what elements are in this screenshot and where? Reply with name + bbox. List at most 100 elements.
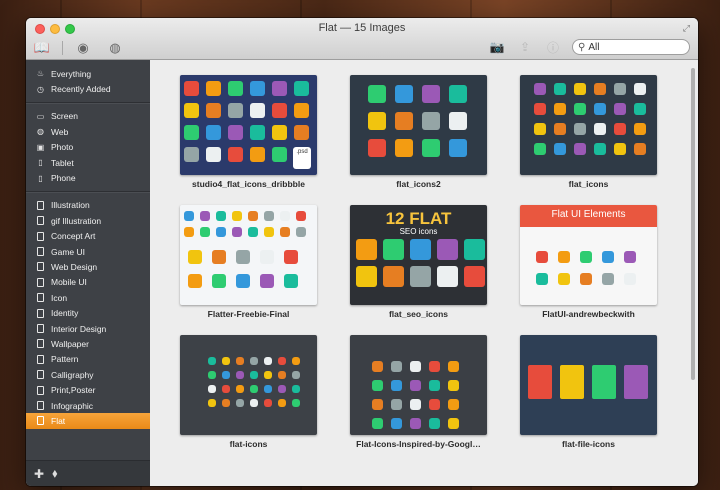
mini-icon (294, 125, 309, 140)
mini-icon (594, 123, 606, 135)
image-tile[interactable]: flat-icons (180, 335, 317, 449)
mini-icon (264, 385, 272, 393)
mini-icon (558, 273, 570, 285)
sidebar-item-gif-illustration[interactable]: gif Illustration (26, 213, 150, 228)
image-tile[interactable]: flat_icons2 (350, 75, 487, 189)
sidebar-item-tablet[interactable]: ▯ Tablet (26, 155, 150, 170)
document-shape (37, 277, 44, 287)
document-shape (37, 401, 44, 410)
mini-icon (368, 139, 386, 157)
mini-icon (292, 399, 300, 407)
sidebar-item-icon[interactable]: Icon (26, 290, 150, 305)
globe-icon[interactable]: ◍ (103, 39, 127, 57)
document-icon (36, 277, 45, 287)
image-tile[interactable]: .psd studio4_flat_icons_dribbble (180, 75, 317, 189)
mini-icon (248, 211, 258, 221)
sidebar-item-screen[interactable]: ▭ Screen (26, 109, 150, 124)
image-tile[interactable]: 12 FLAT SEO icons flat_seo_icons (350, 205, 487, 319)
search-field[interactable]: ⚲ All (572, 39, 690, 55)
sidebar-footer: ✚ ⬧ (26, 460, 150, 486)
mini-icon (236, 250, 250, 264)
image-thumbnail[interactable]: Flat UI Elements (520, 205, 657, 305)
sidebar-item-print-poster[interactable]: Print,Poster (26, 382, 150, 397)
sidebar-item-everything[interactable]: ♨ Everything (26, 66, 150, 81)
add-icon[interactable]: ✚ (34, 467, 44, 481)
image-thumbnail[interactable] (350, 335, 487, 435)
image-thumbnail[interactable] (520, 335, 657, 435)
tag-icon[interactable]: ⬧ (52, 466, 57, 481)
sidebar-item-label: Flat (51, 415, 66, 426)
image-thumbnail[interactable] (180, 205, 317, 305)
image-caption: flat-icons (229, 439, 268, 449)
mini-icon (580, 273, 592, 285)
window-title: Flat — 15 Images (318, 22, 406, 34)
sidebar-item-pattern[interactable]: Pattern (26, 352, 150, 367)
mini-icon (278, 385, 286, 393)
mini-icon (422, 139, 440, 157)
sidebar-item-flat[interactable]: Flat (26, 413, 150, 429)
image-thumbnail[interactable] (520, 75, 657, 175)
book-icon[interactable]: 📖 (30, 39, 54, 57)
sidebar-item-web[interactable]: ◍ Web (26, 124, 150, 139)
sidebar-item-calligraphy[interactable]: Calligraphy (26, 367, 150, 382)
mini-icon (422, 112, 440, 130)
mini-icon (437, 266, 458, 287)
sidebar-item-mobile-ui[interactable]: Mobile UI (26, 275, 150, 290)
image-tile[interactable]: Flat UI Elements FlatUI-andrewbeckwith (520, 205, 657, 319)
sidebar-item-photo[interactable]: ▣ Photo (26, 140, 150, 155)
image-thumbnail[interactable]: 12 FLAT SEO icons (350, 205, 487, 305)
mini-icon (558, 251, 570, 263)
search-scope[interactable]: All (588, 42, 599, 53)
scrollbar[interactable] (691, 68, 695, 380)
mini-icon (464, 239, 485, 260)
mini-icon (429, 361, 440, 372)
mini-icon (184, 81, 199, 96)
image-caption: Flat-Icons-Inspired-by-Googl… (356, 439, 481, 449)
sidebar-item-label: Web (51, 126, 69, 137)
camera-icon[interactable]: 📷 (488, 39, 506, 55)
sidebar-item-game-ui[interactable]: Game UI (26, 244, 150, 259)
document-shape (37, 293, 44, 303)
sidebar-item-interior-design[interactable]: Interior Design (26, 321, 150, 336)
mini-icon (250, 399, 258, 407)
mini-icon (206, 147, 221, 162)
sidebar-group: ▭ Screen ◍ Web ▣ Photo ▯ Tablet ▯ Phone (26, 103, 150, 192)
mini-icon (429, 380, 440, 391)
sidebar-item-label: Screen (51, 111, 78, 122)
image-thumbnail[interactable] (180, 335, 317, 435)
sidebar-item-concept-art[interactable]: Concept Art (26, 229, 150, 244)
document-shape (37, 262, 44, 272)
mini-icon (554, 83, 566, 95)
image-tile[interactable]: flat_icons (520, 75, 657, 189)
sidebar-item-illustration[interactable]: Illustration (26, 198, 150, 213)
sidebar-item-identity[interactable]: Identity (26, 305, 150, 320)
image-thumbnail[interactable]: .psd (180, 75, 317, 175)
mini-icon (264, 371, 272, 379)
sidebar-item-phone[interactable]: ▯ Phone (26, 170, 150, 185)
document-icon (36, 200, 45, 210)
mini-icon (624, 273, 636, 285)
thumbnail-headline: Flat UI Elements (520, 205, 657, 227)
mini-icon (574, 143, 586, 155)
sidebar-item-infographic[interactable]: Infographic (26, 398, 150, 413)
image-thumbnail[interactable] (350, 75, 487, 175)
mini-icon (554, 143, 566, 155)
image-tile[interactable]: Flatter-Freebie-Final (180, 205, 317, 319)
mini-icon (437, 239, 458, 260)
sidebar-item-web-design[interactable]: Web Design (26, 259, 150, 274)
mini-icon (272, 103, 287, 118)
image-tile[interactable]: flat-file-icons (520, 335, 657, 449)
mini-icon (580, 251, 592, 263)
sidebar-item-recently-added[interactable]: ◷ Recently Added (26, 81, 150, 96)
mini-icon (250, 357, 258, 365)
sidebar-item-wallpaper[interactable]: Wallpaper (26, 336, 150, 351)
rss-icon[interactable]: ◉ (71, 39, 95, 57)
document-shape (37, 339, 44, 349)
mini-icon (188, 250, 202, 264)
thumbnail-headline: 12 FLAT (385, 209, 452, 228)
phone-icon: ▯ (38, 173, 43, 183)
fullscreen-icon[interactable]: ⤢ (683, 23, 690, 34)
image-tile[interactable]: Flat-Icons-Inspired-by-Googl… (350, 335, 487, 449)
sidebar-item-label: Infographic (51, 400, 94, 411)
sidebar-item-label: Tablet (51, 157, 74, 168)
